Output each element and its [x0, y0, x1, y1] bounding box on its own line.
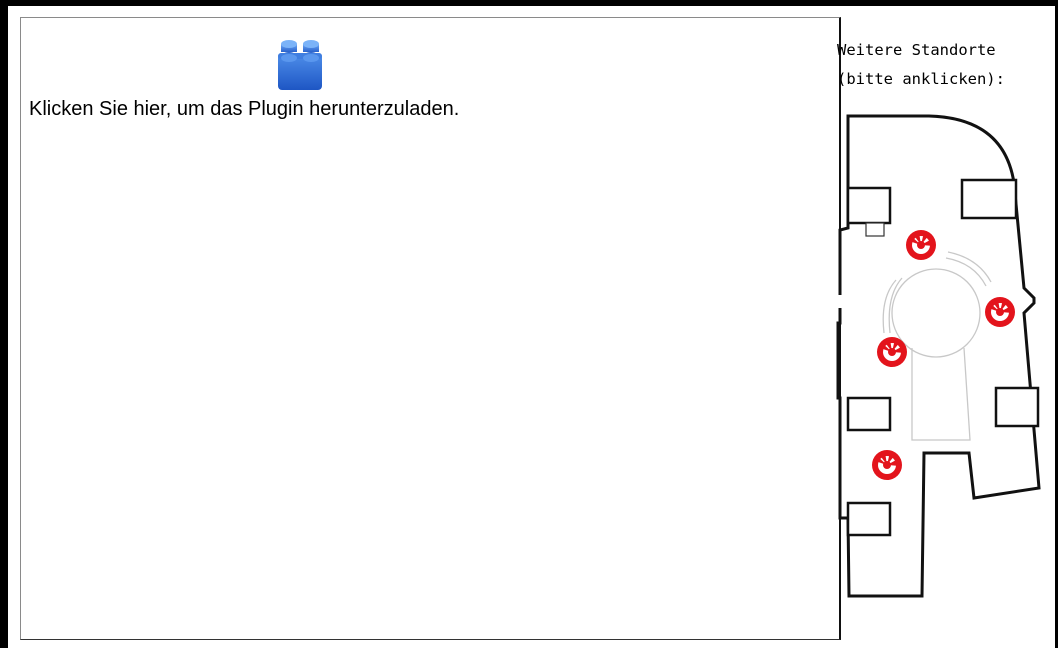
further-locations-label: Weitere Standorte (bitte anklicken):: [837, 36, 1053, 94]
location-marker-icon[interactable]: [877, 337, 907, 367]
location-marker-icon[interactable]: [906, 230, 936, 260]
location-marker-icon[interactable]: [872, 450, 902, 480]
floor-plan-map: [836, 114, 1041, 598]
location-marker-icon[interactable]: [985, 297, 1015, 327]
plugin-brick-icon[interactable]: [277, 38, 323, 92]
further-locations-title: Weitere Standorte: [837, 41, 996, 59]
plugin-download-area[interactable]: Klicken Sie hier, um das Plugin herunter…: [20, 17, 841, 640]
further-locations-hint: (bitte anklicken):: [837, 70, 1005, 88]
plugin-download-message[interactable]: Klicken Sie hier, um das Plugin herunter…: [29, 98, 459, 121]
